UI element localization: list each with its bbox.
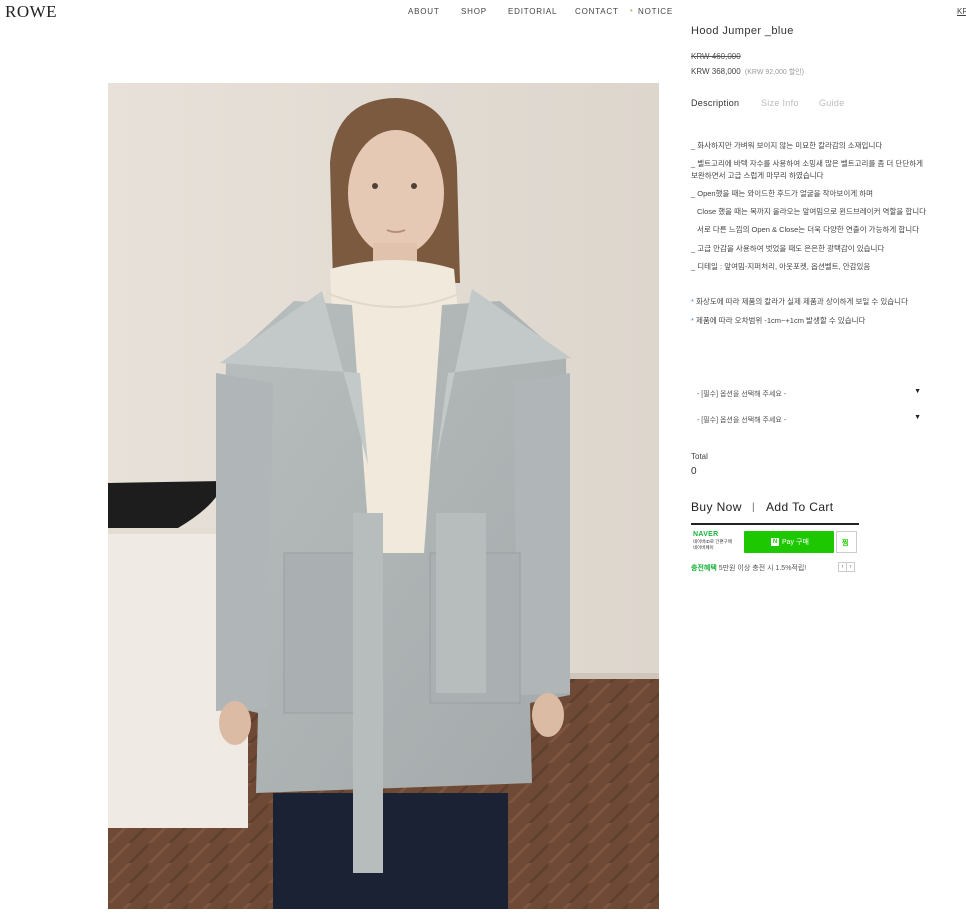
sale-price: KRW 368,000 [691, 67, 741, 76]
purchase-actions: Buy Now | Add To Cart [691, 500, 859, 525]
tab-guide[interactable]: Guide [819, 98, 845, 108]
language-link[interactable]: KR [957, 7, 966, 16]
dropdown-arrow-icon: ▼ [914, 414, 921, 421]
option-select-2[interactable]: - [필수] 옵션을 선택해 주세요 - ▼ [691, 413, 927, 427]
note-asterisk: * [691, 297, 694, 306]
total-label: Total [691, 452, 708, 461]
site-header: ROWE ABOUT SHOP EDITORIAL CONTACT • NOTI… [0, 0, 966, 26]
discount-amount: (KRW 92,000 할인) [744, 69, 804, 76]
info-tabs: Description Size Info Guide [691, 98, 951, 110]
description-line: _ 고급 안감을 사용하여 벗었을 때도 은은한 광택감이 있습니다 [691, 244, 885, 253]
nav-contact[interactable]: CONTACT [575, 7, 619, 16]
note-line: * 제품에 따라 오차범위 -1cm~+1cm 발생할 수 있습니다 [691, 315, 865, 326]
model-wearing-jacket-image [108, 83, 659, 909]
nav-notice[interactable]: NOTICE [638, 7, 673, 16]
naver-n-icon: N [771, 538, 779, 546]
description-line: _ 벨트고리에 바텍 자수를 사용하여 소밍새 많은 벨트고리를 좀 더 단단하… [691, 159, 924, 168]
buy-now-button[interactable]: Buy Now [691, 500, 742, 514]
notice-dot-icon: • [630, 6, 633, 15]
add-to-cart-button[interactable]: Add To Cart [766, 500, 834, 514]
option-select-1[interactable]: - [필수] 옵션을 선택해 주세요 - ▼ [691, 387, 927, 401]
description-line: _ 디테일 : 앞여밈-지퍼처리, 아웃포켓, 옵션벨트, 안감있음 [691, 262, 871, 271]
description-line: _ 화사하지만 가벼워 보이지 않는 미묘한 칼라감의 소재입니다 [691, 141, 883, 150]
nav-editorial[interactable]: EDITORIAL [508, 7, 557, 16]
description-line: 서로 다른 느낌의 Open & Close는 더욱 다양한 연출이 가능하게 … [697, 225, 920, 234]
promo-text: 5만원 이상 충전 시 1.5%적립! [716, 565, 807, 572]
promo-highlight: 충전혜택 [691, 565, 717, 572]
note-line: * 화상도에 따라 제품의 칼라가 실제 제품과 상이하게 보일 수 있습니다 [691, 296, 908, 307]
nav-shop[interactable]: SHOP [461, 7, 487, 16]
naver-pay-button[interactable]: N Pay 구매 [744, 531, 834, 553]
description-line: _ Open했을 때는 와이드한 후드가 얼굴을 작아보이게 하며 [691, 189, 874, 198]
note-asterisk: * [691, 316, 694, 325]
original-price: KRW 460,000 [691, 52, 741, 61]
note-text: 화상도에 따라 제품의 칼라가 실제 제품과 상이하게 보일 수 있습니다 [696, 297, 908, 306]
actions-separator: | [752, 502, 755, 513]
naver-logo: NAVER [693, 531, 719, 538]
naver-pay-label: Pay 구매 [782, 539, 809, 546]
dropdown-arrow-icon: ▼ [914, 388, 921, 395]
naver-pay-subtitle: 네이버페이 [693, 545, 714, 550]
product-title: Hood Jumper _blue [691, 25, 794, 37]
wishlist-button[interactable]: 찜 [836, 531, 857, 553]
tab-size-info[interactable]: Size Info [761, 98, 799, 108]
product-photo [108, 83, 659, 909]
description-line: 보완하면서 고급 스럽게 마무리 하였습니다 [691, 171, 824, 180]
description-line: Close 했을 때는 목까지 올라오는 앞여밈으로 윈드브레이커 역할을 합니… [697, 207, 927, 216]
promo-pager: ‹ › [838, 562, 856, 572]
note-text: 제품에 따라 오차범위 -1cm~+1cm 발생할 수 있습니다 [696, 316, 866, 325]
wishlist-label: 찜 [842, 540, 849, 547]
main-nav: ABOUT SHOP EDITORIAL CONTACT • NOTICE [0, 6, 966, 19]
naver-pay-widget: NAVER 네이버ID로 간편구매 네이버페이 N Pay 구매 찜 [691, 529, 859, 555]
sale-price-row: KRW 368,000 (KRW 92,000 할인) [691, 67, 804, 77]
naver-pay-promo: 충전혜택 5만원 이상 충전 시 1.5%적립! [691, 563, 806, 573]
tab-description[interactable]: Description [691, 98, 739, 108]
total-value: 0 [691, 466, 697, 477]
nav-about[interactable]: ABOUT [408, 7, 440, 16]
promo-next-icon[interactable]: › [846, 562, 855, 572]
option-select-value: - [필수] 옵션을 선택해 주세요 - [697, 417, 787, 424]
option-select-value: - [필수] 옵션을 선택해 주세요 - [697, 391, 787, 398]
